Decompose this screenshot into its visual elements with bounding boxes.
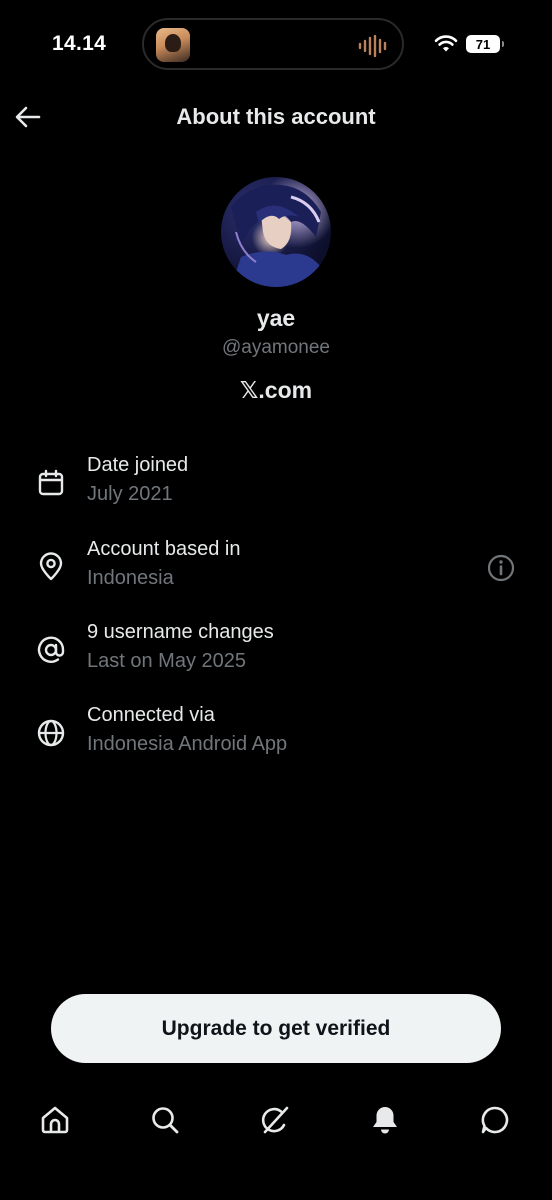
info-subtitle: Indonesia [87, 567, 174, 589]
location-pin-icon [39, 552, 63, 581]
info-subtitle: July 2021 [87, 483, 173, 505]
info-title: Account based in [87, 538, 241, 560]
about-account-screen: 14.14 71 About this account yae @ayamone… [0, 0, 552, 1200]
grok-icon [261, 1106, 289, 1134]
nav-grok[interactable] [257, 1102, 293, 1138]
info-subtitle: Last on May 2025 [87, 650, 246, 672]
home-icon [41, 1106, 69, 1134]
upgrade-verified-button[interactable]: Upgrade to get verified [51, 994, 501, 1063]
info-row-account-based-in: Account based in Indonesia [0, 536, 552, 606]
status-indicators: 71 [434, 32, 504, 56]
info-row-date-joined: Date joined July 2021 [0, 452, 552, 522]
notifications-bell-icon [373, 1107, 397, 1134]
header: About this account [0, 92, 552, 142]
info-row-connected-via: Connected via Indonesia Android App [0, 702, 552, 772]
calendar-icon [38, 469, 64, 496]
nav-messages[interactable] [477, 1102, 513, 1138]
messages-icon [481, 1106, 509, 1134]
bottom-nav [0, 1090, 552, 1150]
status-time: 14.14 [52, 32, 107, 55]
battery-level: 71 [475, 36, 491, 52]
info-title: Date joined [87, 454, 189, 476]
battery-icon: 71 [466, 35, 504, 53]
info-row-username-changes: 9 username changes Last on May 2025 [0, 619, 552, 689]
live-activity-thumbnail [156, 28, 190, 62]
info-title: 9 username changes [87, 621, 274, 643]
site-label: 𝕏.com [239, 377, 313, 403]
audio-wave-icon [358, 35, 387, 57]
nav-home[interactable] [37, 1102, 73, 1138]
info-subtitle: Indonesia Android App [87, 733, 288, 755]
wifi-icon [434, 35, 458, 52]
status-bar: 14.14 71 [0, 0, 552, 90]
nav-notifications[interactable] [367, 1102, 403, 1138]
username-handle: @ayamonee [221, 337, 331, 358]
search-icon [152, 1107, 179, 1134]
page-title: About this account [176, 104, 376, 129]
at-sign-icon [37, 636, 65, 663]
avatar[interactable] [221, 177, 331, 287]
info-title: Connected via [87, 704, 215, 726]
dynamic-island[interactable] [142, 18, 404, 70]
globe-icon [37, 719, 65, 747]
info-icon[interactable] [486, 553, 516, 583]
nav-search[interactable] [147, 1102, 183, 1138]
display-name: yae [256, 305, 296, 331]
